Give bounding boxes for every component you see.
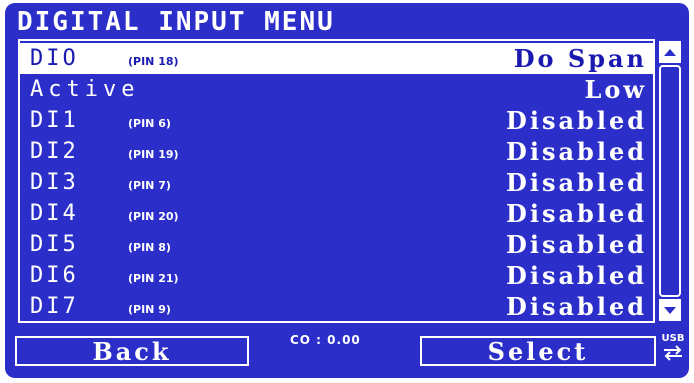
menu-row-active[interactable]: Active Low	[20, 74, 653, 105]
usb-indicator: USB	[660, 333, 686, 367]
menu-row-di6[interactable]: DI6 (PIN 21) Disabled	[20, 260, 653, 291]
menu-row-di5[interactable]: DI5 (PIN 8) Disabled	[20, 229, 653, 260]
row-value: Do Span	[513, 44, 647, 73]
row-value: Disabled	[506, 168, 647, 197]
row-name: DI3	[30, 170, 79, 195]
row-pin: (PIN 9)	[128, 303, 171, 316]
scrollbar-track[interactable]	[659, 65, 681, 297]
menu-list: DIO (PIN 18) Do Span Active Low DI1 (PIN…	[18, 39, 655, 323]
status-readout: CO : 0.00	[290, 333, 361, 347]
select-button[interactable]: Select	[420, 336, 656, 366]
page-title: DIGITAL INPUT MENU	[17, 7, 335, 37]
row-name: DI1	[30, 108, 79, 133]
row-name: DI7	[30, 294, 79, 319]
menu-row-di7[interactable]: DI7 (PIN 9) Disabled	[20, 291, 653, 322]
menu-row-di3[interactable]: DI3 (PIN 7) Disabled	[20, 167, 653, 198]
back-button[interactable]: Back	[15, 336, 249, 366]
menu-row-di2[interactable]: DI2 (PIN 19) Disabled	[20, 136, 653, 167]
arrow-up-icon	[664, 48, 676, 56]
row-pin: (PIN 8)	[128, 241, 171, 254]
row-value: Disabled	[506, 230, 647, 259]
row-pin: (PIN 20)	[128, 210, 179, 223]
row-pin: (PIN 18)	[128, 55, 179, 68]
row-value: Disabled	[506, 292, 647, 321]
scroll-down-button[interactable]	[659, 299, 681, 321]
arrow-down-icon	[664, 306, 676, 314]
row-value: Disabled	[506, 137, 647, 166]
row-value: Disabled	[506, 199, 647, 228]
row-value: Low	[584, 75, 647, 104]
row-value: Disabled	[506, 261, 647, 290]
row-name: DIO	[30, 46, 79, 71]
row-pin: (PIN 21)	[128, 272, 179, 285]
row-name: DI2	[30, 139, 79, 164]
row-name: DI5	[30, 232, 79, 257]
row-pin: (PIN 6)	[128, 117, 171, 130]
menu-row-dio[interactable]: DIO (PIN 18) Do Span	[20, 43, 653, 74]
row-pin: (PIN 19)	[128, 148, 179, 161]
usb-label: USB	[661, 333, 685, 344]
row-pin: (PIN 7)	[128, 179, 171, 192]
row-name: DI6	[30, 263, 79, 288]
menu-row-di1[interactable]: DI1 (PIN 6) Disabled	[20, 105, 653, 136]
row-value: Disabled	[506, 106, 647, 135]
row-name: Active	[30, 77, 140, 102]
menu-row-di4[interactable]: DI4 (PIN 20) Disabled	[20, 198, 653, 229]
scrollbar[interactable]	[657, 39, 685, 323]
row-name: DI4	[30, 201, 79, 226]
usb-transfer-icon	[664, 345, 682, 361]
device-screen: DIGITAL INPUT MENU DIO (PIN 18) Do Span …	[5, 3, 689, 378]
scroll-up-button[interactable]	[659, 41, 681, 63]
